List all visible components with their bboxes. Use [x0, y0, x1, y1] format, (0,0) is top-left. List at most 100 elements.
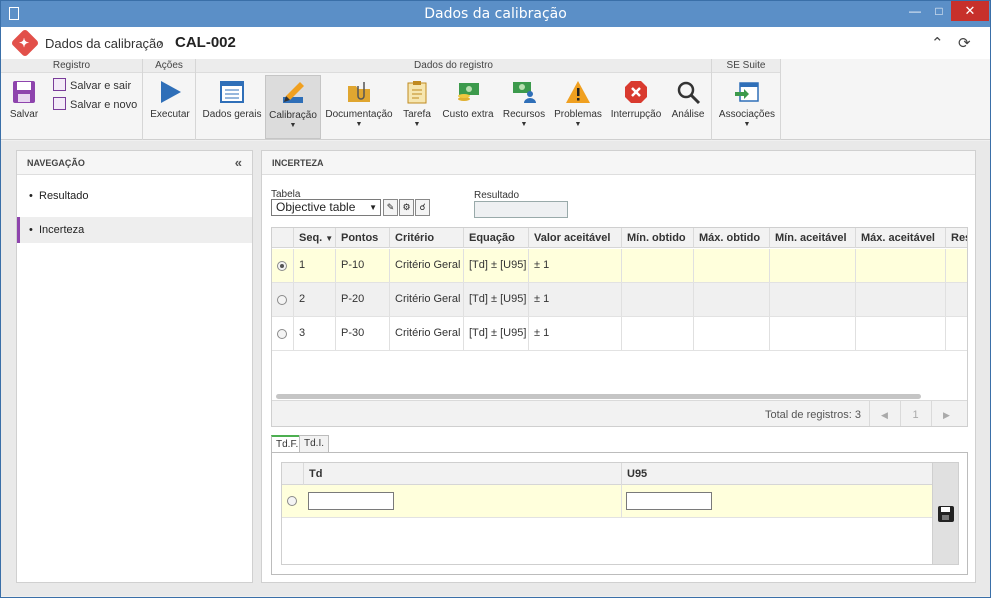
table-footer: Total de registros: 3 ◀ 1 ▶ — [272, 400, 967, 426]
column-header-text: Seq. — [299, 232, 323, 244]
row-radio[interactable] — [277, 261, 287, 271]
cell-pontos: P-20 — [336, 283, 390, 316]
save-exit-icon — [53, 78, 66, 91]
sort-desc-icon: ▼ — [325, 234, 334, 243]
dados-gerais-button[interactable]: Dados gerais — [200, 75, 264, 139]
nav-item-resultado[interactable]: • Resultado — [17, 183, 252, 209]
ribbon-toolbar: Registro Salvar Salvar e sair Salvar e n… — [1, 59, 990, 140]
navigation-title: NAVEGAÇÃO « — [17, 151, 252, 175]
associacoes-button[interactable]: Associações ▼ — [715, 75, 779, 139]
calibracao-button[interactable]: Calibração ▼ — [265, 75, 321, 139]
nav-item-label: Resultado — [39, 190, 89, 202]
table-row[interactable]: 2 P-20 Critério Geral [Td] ± [U95] ± 1 — [272, 283, 967, 317]
cell-min-aceitavel — [770, 283, 856, 316]
table-header: Seq. ▼ Pontos Critério Equação Valor ace… — [272, 228, 967, 248]
cell-seq: 1 — [294, 249, 336, 282]
column-header-max-aceitavel[interactable]: Máx. aceitável — [856, 228, 946, 248]
row-radio[interactable] — [277, 329, 287, 339]
tab-content: Td U95 — [271, 452, 968, 575]
column-header-min-obtido[interactable]: Mín. obtido — [622, 228, 694, 248]
documentacao-button[interactable]: Documentação ▼ — [324, 75, 394, 139]
save-label: Salvar — [9, 109, 39, 120]
content-area: NAVEGAÇÃO « • Resultado • Incerteza INCE… — [1, 141, 990, 596]
prev-page-button[interactable]: ◀ — [869, 401, 899, 426]
column-header-equacao[interactable]: Equação — [464, 228, 529, 248]
horizontal-scrollbar[interactable] — [276, 394, 921, 399]
chevron-down-icon: ▼ — [289, 122, 297, 129]
column-header-seq[interactable]: Seq. ▼ — [294, 228, 336, 248]
analise-button[interactable]: Análise — [668, 75, 708, 139]
column-header-valor-aceitavel[interactable]: Valor aceitável — [529, 228, 622, 248]
execute-label: Executar — [150, 109, 190, 120]
column-header-criterio[interactable]: Critério — [390, 228, 464, 248]
interrupcao-button[interactable]: Interrupção — [607, 75, 665, 139]
double-chevron-left-icon[interactable]: « — [235, 151, 242, 175]
td-grid-row[interactable] — [282, 485, 932, 518]
maximize-button[interactable]: □ — [927, 1, 951, 21]
column-header-max-obtido[interactable]: Máx. obtido — [694, 228, 770, 248]
save-exit-label: Salvar e sair — [70, 80, 132, 92]
nav-item-label: Incerteza — [39, 224, 85, 236]
save-button[interactable]: Salvar — [7, 75, 41, 139]
nav-item-incerteza[interactable]: • Incerteza — [17, 217, 252, 243]
table-select[interactable]: Objective table ▼ — [271, 199, 381, 216]
column-header-pontos[interactable]: Pontos — [336, 228, 390, 248]
edit-tool-icon: ✎ — [386, 202, 395, 212]
navigation-title-text: NAVEGAÇÃO — [27, 158, 85, 168]
stop-icon — [625, 81, 647, 103]
chevron-down-icon: ▼ — [574, 121, 582, 128]
points-table: Seq. ▼ Pontos Critério Equação Valor ace… — [271, 227, 968, 427]
column-header-u95[interactable]: U95 — [622, 463, 932, 485]
cell-valor: ± 1 — [529, 249, 622, 282]
cell-max-obtido — [694, 317, 770, 350]
page-header: ✦ Dados da calibração › CAL-002 ⌃ ⟳ — [1, 27, 990, 59]
cell-valor: ± 1 — [529, 283, 622, 316]
cell-min-aceitavel — [770, 317, 856, 350]
ribbon-group-title: Ações — [143, 59, 195, 73]
u95-input[interactable] — [626, 492, 712, 510]
people-money-icon — [513, 82, 536, 103]
result-field — [474, 201, 568, 218]
table-tool-button[interactable]: ⚙ — [399, 199, 414, 216]
column-header-res[interactable]: Res — [946, 228, 967, 248]
money-icon — [458, 83, 479, 101]
list-icon — [220, 81, 244, 103]
minimize-button[interactable]: — — [903, 1, 927, 21]
cell-min-obtido — [622, 249, 694, 282]
column-header-td[interactable]: Td — [304, 463, 622, 485]
td-input[interactable] — [308, 492, 394, 510]
table-select-value: Objective table — [276, 200, 356, 214]
problemas-button[interactable]: Problemas ▼ — [552, 75, 604, 139]
table-row[interactable]: 1 P-10 Critério Geral [Td] ± [U95] ± 1 — [272, 249, 967, 283]
cell-min-aceitavel — [770, 249, 856, 282]
cell-max-obtido — [694, 249, 770, 282]
cell-criterio: Critério Geral — [390, 317, 464, 350]
ribbon-group-dados-registro: Dados do registro Dados gerais Calibraçã… — [196, 59, 712, 140]
collapse-up-icon[interactable]: ⌃ — [931, 34, 944, 52]
custo-extra-button[interactable]: Custo extra — [440, 75, 496, 139]
column-header-select — [282, 463, 304, 485]
table-row[interactable]: 3 P-30 Critério Geral [Td] ± [U95] ± 1 — [272, 317, 967, 351]
tarefa-button[interactable]: Tarefa ▼ — [397, 75, 437, 139]
save-exit-button[interactable]: Salvar e sair — [53, 78, 131, 92]
row-radio[interactable] — [277, 295, 287, 305]
execute-button[interactable]: Executar — [146, 75, 194, 139]
pencil-ruler-icon — [283, 82, 304, 103]
next-page-button[interactable]: ▶ — [931, 401, 961, 426]
row-select-cell — [272, 249, 294, 282]
save-new-label: Salvar e novo — [70, 99, 138, 111]
column-header-min-aceitavel[interactable]: Mín. aceitável — [770, 228, 856, 248]
breadcrumb[interactable]: Dados da calibração — [45, 36, 164, 51]
refresh-icon[interactable]: ⟳ — [958, 34, 971, 52]
close-button[interactable]: ✕ — [951, 1, 989, 21]
table-search-button[interactable]: ☌ — [415, 199, 430, 216]
save-new-button[interactable]: Salvar e novo — [53, 97, 137, 111]
save-row-icon[interactable] — [938, 506, 954, 522]
cell-equacao: [Td] ± [U95] — [464, 283, 529, 316]
edit-table-button[interactable]: ✎ — [383, 199, 398, 216]
recursos-button[interactable]: Recursos ▼ — [499, 75, 549, 139]
row-radio[interactable] — [287, 496, 297, 506]
ribbon-group-title: Dados do registro — [196, 59, 711, 73]
tab-td-i[interactable]: Td.I. — [299, 435, 330, 453]
bullet-icon: • — [29, 224, 33, 236]
